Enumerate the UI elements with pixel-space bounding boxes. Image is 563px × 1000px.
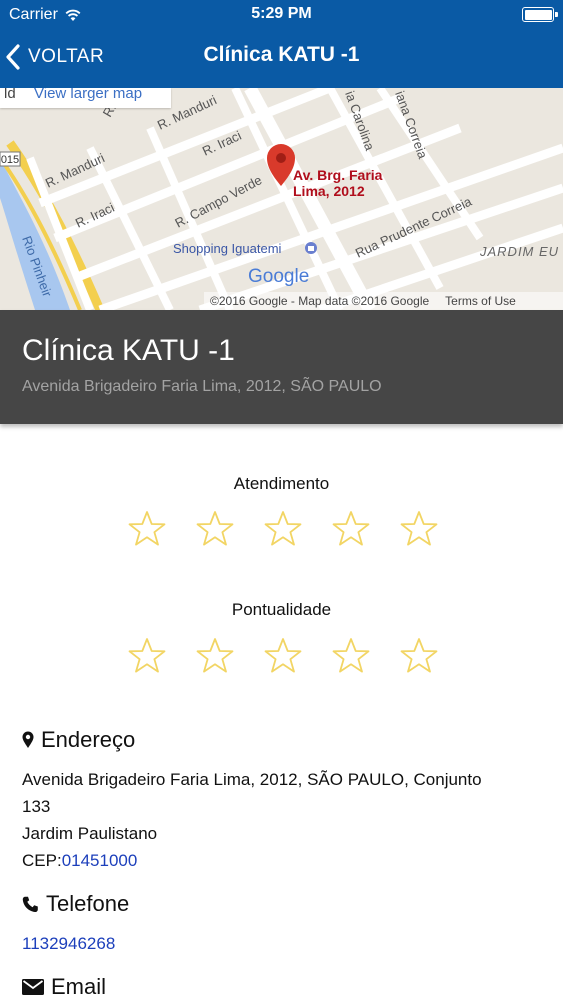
status-bar: Carrier 5:29 PM — [0, 0, 563, 30]
view-larger-map-label: View larger map — [34, 88, 143, 102]
map-attribution: ©2016 Google - Map data ©2016 Google Ter… — [204, 292, 563, 310]
star-icon[interactable] — [263, 636, 303, 676]
status-time: 5:29 PM — [251, 5, 312, 22]
address-line-1: Avenida Brigadeiro Faria Lima, 2012, SÃO… — [22, 770, 482, 789]
map-pin-icon — [22, 731, 34, 748]
phone-section-title: Telefone — [46, 891, 130, 916]
marker-label: Lima, 2012 — [293, 183, 365, 199]
location-map[interactable]: 015 R. Manduri R. Manduri R. Manduri R. … — [0, 88, 563, 310]
star-icon[interactable] — [263, 509, 303, 549]
envelope-icon — [22, 979, 44, 995]
map-attribution-text: ©2016 Google - Map data ©2016 Google — [210, 294, 430, 308]
map-road-number: 015 — [1, 154, 19, 166]
rating-stars-pontualidade[interactable] — [127, 636, 439, 676]
phone-section-header: Telefone — [22, 891, 129, 917]
address-section-title: Endereço — [41, 727, 136, 752]
map-poi-label: Shopping Iguatemi — [173, 241, 282, 256]
rating-label-atendimento: Atendimento — [233, 474, 330, 493]
phone-number-link[interactable]: 1132946268 — [22, 930, 115, 957]
cep-link[interactable]: 01451000 — [62, 851, 138, 870]
clinic-name: Clínica KATU -1 — [22, 334, 235, 367]
cep-label: CEP: — [22, 851, 62, 870]
star-icon[interactable] — [399, 636, 439, 676]
address-line-3: Jardim Paulistano — [22, 824, 158, 843]
rating-stars-atendimento[interactable] — [127, 509, 439, 549]
app-header: Carrier 5:29 PM VOLTAR Clínica KATU -1 — [0, 0, 563, 88]
email-section-title: Email — [51, 974, 107, 999]
star-icon[interactable] — [195, 636, 235, 676]
marker-label: Av. Brg. Faria — [293, 167, 383, 183]
star-icon[interactable] — [331, 509, 371, 549]
star-icon[interactable] — [127, 636, 167, 676]
phone-icon — [22, 896, 38, 912]
star-icon[interactable] — [127, 509, 167, 549]
address-section-header: Endereço — [22, 727, 135, 753]
clinic-address-short: Avenida Brigadeiro Faria Lima, 2012, SÃO… — [22, 378, 382, 395]
shopping-icon — [305, 242, 317, 254]
star-icon[interactable] — [399, 509, 439, 549]
navigation-bar: VOLTAR Clínica KATU -1 — [0, 30, 563, 88]
battery-icon — [522, 7, 558, 22]
address-line-2: 133 — [22, 797, 51, 816]
cep-line: CEP:01451000 — [22, 847, 137, 874]
rating-label-pontualidade: Pontualidade — [231, 600, 332, 619]
map-tiles: 015 R. Manduri R. Manduri R. Manduri R. … — [0, 88, 563, 310]
star-icon[interactable] — [331, 636, 371, 676]
clinic-banner: Clínica KATU -1 Avenida Brigadeiro Faria… — [0, 310, 563, 424]
google-logo: Google — [248, 266, 309, 287]
terms-of-use-link[interactable]: Terms of Use — [445, 294, 516, 308]
star-icon[interactable] — [195, 509, 235, 549]
map-district-label: JARDIM EU — [479, 244, 559, 259]
view-larger-map-link[interactable]: ld View larger map — [0, 88, 171, 108]
page-title: Clínica KATU -1 — [203, 43, 360, 66]
email-section-header: Email — [22, 974, 106, 1000]
